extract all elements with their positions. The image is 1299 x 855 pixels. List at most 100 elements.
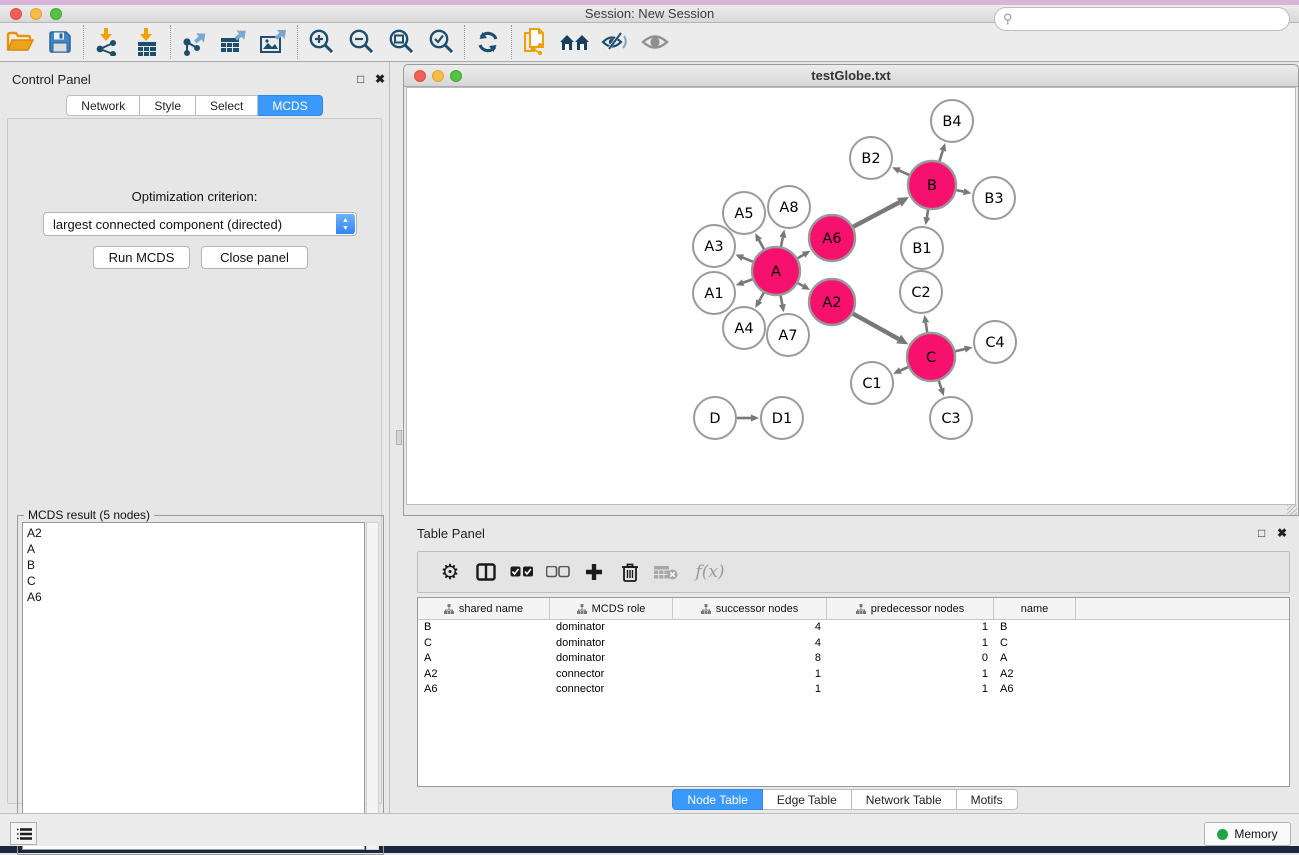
table-close-icon[interactable]: ✖ bbox=[1277, 526, 1287, 540]
edge-C-C2[interactable] bbox=[926, 323, 927, 333]
trash-icon bbox=[621, 562, 639, 582]
tab-network[interactable]: Network bbox=[66, 95, 140, 116]
import-network-button[interactable] bbox=[87, 25, 127, 59]
edge-A-A1[interactable] bbox=[743, 279, 752, 282]
result-item[interactable]: C bbox=[27, 573, 360, 589]
table-row[interactable]: Cdominator41C bbox=[418, 636, 1289, 652]
arrowhead-icon bbox=[751, 415, 759, 422]
tab-select[interactable]: Select bbox=[196, 95, 258, 116]
result-item[interactable]: A bbox=[27, 541, 360, 557]
hide-selected-button[interactable] bbox=[595, 25, 635, 59]
cell-MCDS-role: dominator bbox=[550, 651, 673, 667]
show-all-button[interactable] bbox=[635, 25, 675, 59]
edge-B-B2[interactable] bbox=[899, 171, 909, 175]
edge-A6-B[interactable] bbox=[853, 202, 899, 226]
criterion-dropdown[interactable]: largest connected component (directed) ▲… bbox=[43, 212, 357, 236]
select-all-columns-button[interactable] bbox=[504, 557, 540, 587]
zoom-out-button[interactable] bbox=[341, 25, 381, 59]
add-column-button[interactable] bbox=[576, 557, 612, 587]
vertical-splitter-handle[interactable] bbox=[396, 430, 402, 445]
tree-icon bbox=[444, 604, 454, 614]
clone-network-button[interactable] bbox=[515, 25, 555, 59]
column-header-MCDS-role[interactable]: MCDS role bbox=[550, 598, 673, 620]
export-network-button[interactable] bbox=[174, 25, 214, 59]
export-table-button[interactable] bbox=[214, 25, 254, 59]
close-panel-icon[interactable]: ✖ bbox=[375, 72, 385, 86]
close-panel-button[interactable]: Close panel bbox=[201, 246, 308, 269]
edge-C-C4[interactable] bbox=[955, 349, 964, 351]
cell-predecessor-nodes: 1 bbox=[827, 682, 994, 698]
deselect-all-columns-button[interactable] bbox=[540, 557, 576, 587]
edge-A-A7[interactable] bbox=[781, 296, 783, 305]
zoom-in-icon bbox=[307, 28, 335, 56]
table-row[interactable]: Bdominator41B bbox=[418, 620, 1289, 636]
memory-button[interactable]: Memory bbox=[1204, 822, 1291, 846]
result-item[interactable]: A2 bbox=[27, 525, 360, 541]
cell-name: A bbox=[994, 651, 1076, 667]
tab-node-table[interactable]: Node Table bbox=[672, 789, 763, 810]
edge-A-A6[interactable] bbox=[798, 255, 804, 259]
run-mcds-button[interactable]: Run MCDS bbox=[93, 246, 190, 269]
first-neighbors-button[interactable] bbox=[555, 25, 595, 59]
table-row[interactable]: A2connector11A2 bbox=[418, 667, 1289, 683]
network-window-title: testGlobe.txt bbox=[404, 68, 1298, 83]
search-input[interactable]: ⚲ bbox=[994, 7, 1290, 31]
settings-gear-button[interactable]: ⚙ bbox=[432, 557, 468, 587]
column-header-name[interactable]: name bbox=[994, 598, 1076, 620]
delete-column-button[interactable] bbox=[612, 557, 648, 587]
table-toolbar: ⚙ f(x) bbox=[417, 551, 1290, 593]
save-session-button[interactable] bbox=[40, 25, 80, 59]
cell-shared-name: A bbox=[418, 651, 550, 667]
tab-motifs[interactable]: Motifs bbox=[957, 789, 1018, 810]
import-table-button[interactable] bbox=[127, 25, 167, 59]
edge-A-A2[interactable] bbox=[798, 283, 803, 286]
tab-mcds[interactable]: MCDS bbox=[258, 95, 322, 116]
edge-A-A3[interactable] bbox=[743, 258, 753, 262]
column-header-predecessor-nodes[interactable]: predecessor nodes bbox=[827, 598, 994, 620]
edge-C-C3[interactable] bbox=[939, 381, 942, 389]
cell-successor-nodes: 4 bbox=[673, 636, 827, 652]
edge-B-B4[interactable] bbox=[939, 151, 942, 162]
network-window-titlebar[interactable]: testGlobe.txt bbox=[404, 65, 1298, 87]
zoom-selected-button[interactable] bbox=[421, 25, 461, 59]
edge-B-B3[interactable] bbox=[956, 190, 963, 192]
table-row[interactable]: A6connector11A6 bbox=[418, 682, 1289, 698]
delete-table-button[interactable] bbox=[648, 557, 684, 587]
edge-A2-C[interactable] bbox=[853, 314, 899, 339]
tab-network-table[interactable]: Network Table bbox=[852, 789, 957, 810]
column-header-shared-name[interactable]: shared name bbox=[418, 598, 550, 620]
refresh-layout-button[interactable] bbox=[468, 25, 508, 59]
zoom-in-button[interactable] bbox=[301, 25, 341, 59]
split-view-icon bbox=[476, 563, 496, 581]
tab-style[interactable]: Style bbox=[140, 95, 196, 116]
edge-C-C1[interactable] bbox=[900, 367, 908, 370]
window-resize-grip[interactable] bbox=[1287, 505, 1297, 515]
network-canvas[interactable]: B4B2BB3A5A8A6B1A3AC2A1A2A4A7C4CC1C3DD1 bbox=[406, 87, 1296, 505]
export-image-button[interactable] bbox=[254, 25, 294, 59]
result-item[interactable]: A6 bbox=[27, 589, 360, 605]
node-label-A5: A5 bbox=[734, 206, 753, 222]
edge-A-A5[interactable] bbox=[759, 240, 764, 249]
table-float-icon[interactable]: □ bbox=[1258, 526, 1265, 540]
cell-shared-name: C bbox=[418, 636, 550, 652]
task-history-button[interactable] bbox=[10, 822, 37, 845]
float-panel-icon[interactable]: □ bbox=[357, 72, 364, 86]
mcds-result-list[interactable]: A2ABCA6 bbox=[22, 522, 365, 850]
result-item[interactable]: B bbox=[27, 557, 360, 573]
edge-A-A4[interactable] bbox=[759, 293, 764, 301]
arrowhead-icon bbox=[736, 279, 745, 286]
mcds-result-title: MCDS result (5 nodes) bbox=[24, 508, 154, 522]
edge-A-A8[interactable] bbox=[781, 237, 783, 246]
tab-edge-table[interactable]: Edge Table bbox=[763, 789, 852, 810]
result-scrollbar[interactable] bbox=[366, 522, 379, 850]
column-label: MCDS role bbox=[592, 603, 646, 615]
open-file-button[interactable] bbox=[0, 25, 40, 59]
column-header-successor-nodes[interactable]: successor nodes bbox=[673, 598, 827, 620]
edge-B-B1[interactable] bbox=[927, 210, 928, 218]
table-row[interactable]: Adominator80A bbox=[418, 651, 1289, 667]
zoom-fit-button[interactable] bbox=[381, 25, 421, 59]
function-builder-button[interactable]: f(x) bbox=[684, 557, 736, 587]
node-label-C1: C1 bbox=[862, 376, 881, 392]
cell-predecessor-nodes: 0 bbox=[827, 651, 994, 667]
split-view-button[interactable] bbox=[468, 557, 504, 587]
